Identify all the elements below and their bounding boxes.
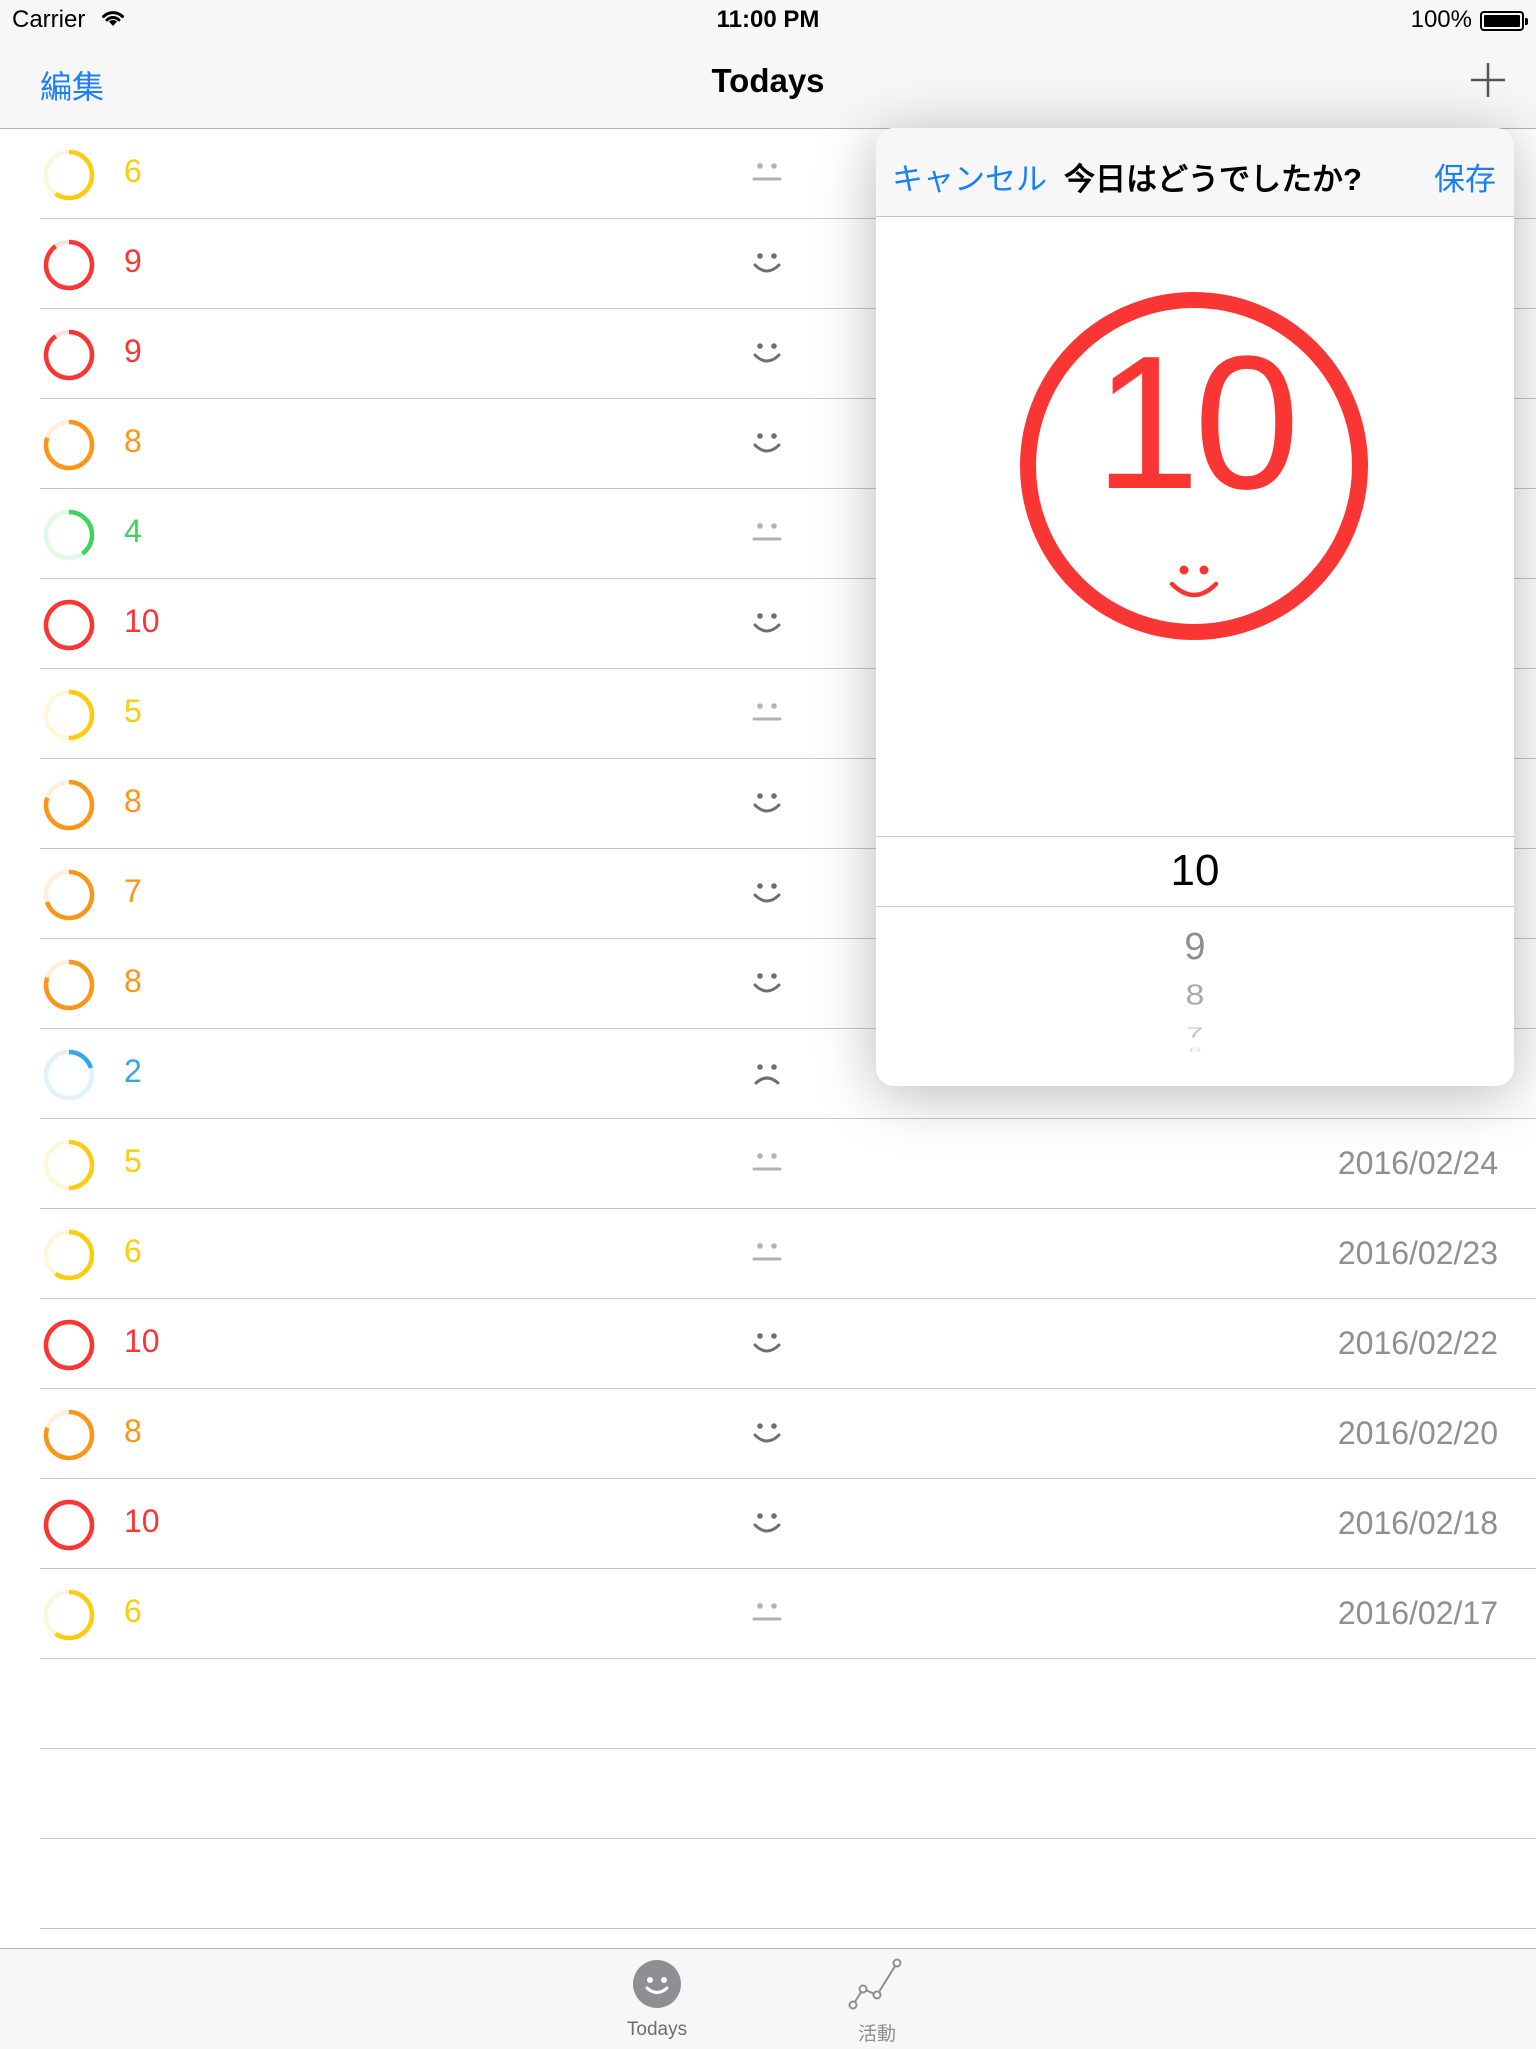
score-ring-icon — [43, 599, 95, 651]
sad-face-icon — [754, 1064, 780, 1085]
happy-face-icon — [753, 343, 781, 363]
score-label: 10 — [124, 1503, 160, 1539]
score-label: 2 — [124, 1053, 142, 1089]
battery-percent: 100% — [1410, 6, 1472, 33]
score-ring-icon — [43, 1229, 95, 1281]
happy-face-icon — [753, 1423, 781, 1443]
row-separator — [40, 1658, 1536, 1659]
table-row[interactable]: 6 2016/02/23 — [0, 1209, 1536, 1299]
cancel-button[interactable]: キャンセル — [892, 154, 1047, 199]
happy-face-icon — [753, 793, 781, 813]
score-ring-icon — [43, 1589, 95, 1641]
happy-face-icon — [753, 973, 781, 993]
neutral-face-icon — [752, 523, 782, 541]
navigation-bar: 編集 Todays — [0, 40, 1536, 129]
tab-bar: Todays 活動 — [0, 1948, 1536, 2049]
score-label: 10 — [124, 603, 160, 639]
page-title: Todays — [711, 62, 825, 99]
date-label: 2016/02/20 — [1337, 1415, 1498, 1451]
score-label: 6 — [124, 1233, 142, 1269]
tab-activity-label: 活動 — [857, 2024, 896, 2045]
date-label: 2016/02/22 — [1337, 1325, 1498, 1361]
score-ring-icon — [43, 509, 95, 561]
score-label: 4 — [124, 513, 142, 549]
score-label: 10 — [124, 1323, 160, 1359]
date-label: 2016/02/23 — [1337, 1235, 1498, 1271]
score-ring-icon — [43, 1139, 95, 1191]
score-label: 9 — [124, 243, 142, 279]
table-row[interactable]: 10 2016/02/22 — [0, 1299, 1536, 1389]
tab-todays-label: Todays — [626, 2019, 688, 2040]
picker-divider-bottom — [876, 906, 1514, 907]
score-label: 5 — [124, 1143, 142, 1179]
score-ring-icon — [43, 1319, 95, 1371]
neutral-face-icon — [752, 1153, 782, 1171]
current-score: 10 — [1094, 317, 1299, 529]
row-separator — [40, 1928, 1536, 1929]
table-row[interactable]: 10 2016/02/18 — [0, 1479, 1536, 1569]
picker-option[interactable]: 10 — [876, 846, 1514, 896]
score-ring-icon — [43, 149, 95, 201]
picker-option[interactable]: 8 — [876, 979, 1514, 1012]
neutral-face-icon — [752, 703, 782, 721]
table-row[interactable]: 8 2016/02/20 — [0, 1389, 1536, 1479]
score-label: 5 — [124, 693, 142, 729]
row-separator — [40, 1838, 1536, 1839]
score-label: 8 — [124, 783, 142, 819]
date-label: 2016/02/18 — [1337, 1505, 1498, 1541]
score-ring-icon — [43, 689, 95, 741]
picker-option[interactable]: 9 — [876, 926, 1514, 969]
score-label: 8 — [124, 963, 142, 999]
neutral-face-icon — [752, 1243, 782, 1261]
score-ring-icon — [43, 1409, 95, 1461]
table-row[interactable]: 5 2016/02/24 — [0, 1119, 1536, 1209]
happy-face-icon — [1169, 565, 1219, 598]
score-ring-icon — [43, 959, 95, 1011]
popover-arrow — [1466, 112, 1498, 128]
score-ring-icon — [43, 1049, 95, 1101]
neutral-face-icon — [752, 1603, 782, 1621]
picker-option[interactable]: 6 — [876, 1047, 1514, 1054]
happy-face-icon — [753, 253, 781, 273]
activity-chart-icon — [848, 1958, 902, 2010]
score-label: 8 — [124, 423, 142, 459]
score-ring-icon — [43, 329, 95, 381]
tab-activity[interactable]: 活動 — [807, 1949, 947, 2049]
score-label: 6 — [124, 153, 142, 189]
tab-todays[interactable]: Todays — [587, 1949, 727, 2049]
picker-divider-top — [876, 836, 1514, 837]
score-picker[interactable]: 10 9 8 7 6 — [876, 836, 1514, 1086]
score-label: 8 — [124, 1413, 142, 1449]
happy-face-icon — [753, 433, 781, 453]
picker-option[interactable]: 7 — [876, 1025, 1514, 1042]
score-ring-icon — [43, 869, 95, 921]
score-ring-icon — [43, 419, 95, 471]
plus-icon[interactable] — [1468, 60, 1508, 100]
neutral-face-icon — [752, 163, 782, 181]
score-ring-icon — [43, 239, 95, 291]
table-row[interactable]: 6 2016/02/17 — [0, 1569, 1536, 1659]
popover-title: 今日はどうでしたか? — [1064, 162, 1362, 197]
status-bar: Carrier 11:00 PM 100% — [0, 0, 1536, 40]
score-ring-icon — [43, 779, 95, 831]
mood-entry-popover: キャンセル 今日はどうでしたか? 保存 10 10 9 8 7 6 — [876, 128, 1514, 1086]
score-label: 9 — [124, 333, 142, 369]
score-label: 6 — [124, 1593, 142, 1629]
popover-header: キャンセル 今日はどうでしたか? 保存 — [876, 128, 1514, 217]
happy-face-icon — [753, 1333, 781, 1353]
row-separator — [40, 1748, 1536, 1749]
happy-face-icon — [753, 883, 781, 903]
score-ring-icon — [43, 1499, 95, 1551]
date-label: 2016/02/17 — [1337, 1595, 1498, 1631]
battery-icon — [1480, 11, 1528, 31]
smiley-icon — [633, 1960, 681, 2008]
clock: 11:00 PM — [716, 6, 820, 33]
happy-face-icon — [753, 1513, 781, 1533]
date-label: 2016/02/24 — [1337, 1145, 1498, 1181]
happy-face-icon — [753, 613, 781, 633]
save-button[interactable]: 保存 — [1434, 154, 1496, 199]
score-label: 7 — [124, 873, 142, 909]
